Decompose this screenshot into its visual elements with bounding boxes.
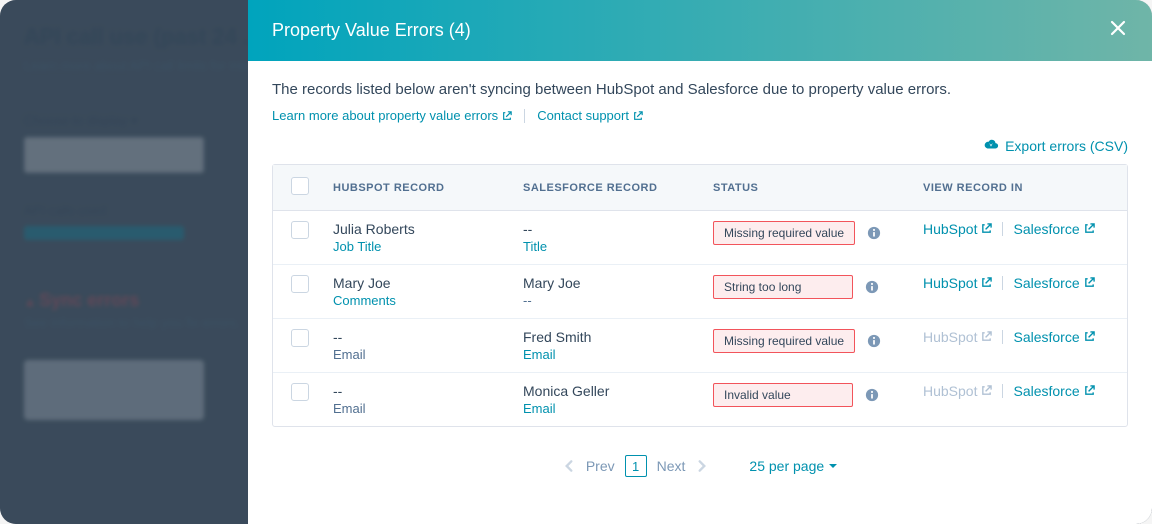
hubspot-record-name: Mary Joe [333,275,391,291]
hubspot-record-name: -- [333,329,342,345]
hubspot-property-link[interactable]: Job Title [333,239,503,254]
row-checkbox[interactable] [291,221,309,239]
external-link-icon [981,221,992,237]
column-header-hubspot: HUBSPOT RECORD [323,165,513,211]
hubspot-record-name: Julia Roberts [333,221,415,237]
cloud-download-icon [983,137,999,154]
salesforce-property-link[interactable]: Email [523,401,693,416]
modal-body: The records listed below aren't syncing … [248,61,1152,164]
view-in-hubspot-link[interactable]: HubSpot [923,221,992,237]
modal-description: The records listed below aren't syncing … [272,81,1128,98]
close-button[interactable] [1108,18,1128,43]
external-link-icon [981,383,992,399]
select-all-checkbox[interactable] [291,177,309,195]
info-icon[interactable] [867,334,881,348]
table-row: Julia Roberts Job Title -- Title Missing… [273,211,1127,265]
property-value-errors-modal: Property Value Errors (4) The records li… [248,0,1152,524]
export-errors-link[interactable]: Export errors (CSV) [983,137,1128,154]
view-in-hubspot-link: HubSpot [923,383,992,399]
learn-more-link[interactable]: Learn more about property value errors [272,108,512,123]
info-icon[interactable] [865,280,879,294]
view-in-hubspot-link[interactable]: HubSpot [923,275,992,291]
info-icon[interactable] [865,388,879,402]
view-in-hubspot-link: HubSpot [923,329,992,345]
view-in-salesforce-link[interactable]: Salesforce [1013,383,1094,399]
help-links: Learn more about property value errors C… [272,108,1128,123]
chevron-down-icon [828,458,838,474]
hubspot-property-link[interactable]: Comments [333,293,503,308]
column-header-view: VIEW RECORD IN [913,165,1127,211]
status-badge: Missing required value [713,329,855,353]
errors-table: HUBSPOT RECORD SALESFORCE RECORD STATUS … [272,164,1128,427]
contact-support-link[interactable]: Contact support [537,108,643,123]
salesforce-record-name: -- [523,221,532,237]
row-checkbox[interactable] [291,329,309,347]
external-link-icon [981,329,992,345]
external-link-icon [1084,275,1095,291]
external-link-icon [1084,221,1095,237]
table-row: -- Email Fred Smith Email Missing requir… [273,319,1127,373]
page-number[interactable]: 1 [625,455,647,477]
divider [524,109,525,123]
salesforce-record-name: Mary Joe [523,275,581,291]
salesforce-record-name: Monica Geller [523,383,609,399]
column-header-salesforce: SALESFORCE RECORD [513,165,703,211]
divider [1002,222,1003,236]
next-label[interactable]: Next [657,458,686,474]
prev-label[interactable]: Prev [586,458,615,474]
column-header-status: STATUS [703,165,913,211]
status-badge: Missing required value [713,221,855,245]
salesforce-property-link[interactable]: Email [523,347,693,362]
view-in-salesforce-link[interactable]: Salesforce [1013,329,1094,345]
view-in-salesforce-link[interactable]: Salesforce [1013,221,1094,237]
salesforce-property-link: -- [523,293,693,308]
hubspot-record-name: -- [333,383,342,399]
external-link-icon [1084,383,1095,399]
salesforce-record-name: Fred Smith [523,329,591,345]
table-row: Mary Joe Comments Mary Joe -- String too… [273,265,1127,319]
modal-title: Property Value Errors (4) [272,20,471,41]
row-checkbox[interactable] [291,383,309,401]
external-link-icon [1084,329,1095,345]
external-link-icon [502,111,512,121]
prev-page-button[interactable] [562,459,576,473]
status-badge: String too long [713,275,853,299]
info-icon[interactable] [867,226,881,240]
pagination: Prev 1 Next [562,455,710,477]
per-page-selector[interactable]: 25 per page [749,458,838,474]
table-footer: Prev 1 Next 25 per page [248,427,1152,501]
view-in-salesforce-link[interactable]: Salesforce [1013,275,1094,291]
hubspot-property-link: Email [333,401,503,416]
table-row: -- Email Monica Geller Email Invalid val… [273,373,1127,427]
salesforce-property-link[interactable]: Title [523,239,693,254]
row-checkbox[interactable] [291,275,309,293]
divider [1002,330,1003,344]
external-link-icon [633,111,643,121]
divider [1002,384,1003,398]
divider [1002,276,1003,290]
modal-header: Property Value Errors (4) [248,0,1152,61]
external-link-icon [981,275,992,291]
hubspot-property-link: Email [333,347,503,362]
status-badge: Invalid value [713,383,853,407]
next-page-button[interactable] [695,459,709,473]
